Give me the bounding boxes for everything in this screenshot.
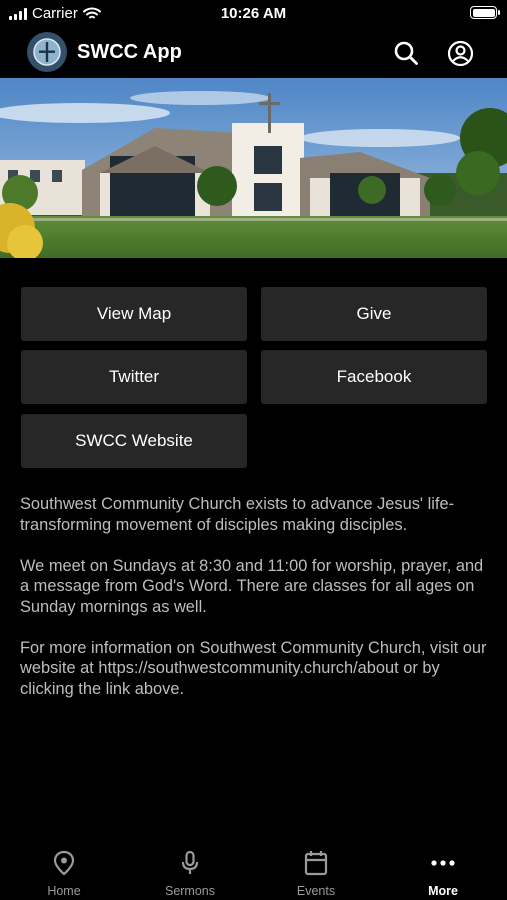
microphone-icon	[181, 850, 199, 874]
give-button[interactable]: Give	[261, 287, 487, 341]
view-map-button[interactable]: View Map	[21, 287, 247, 341]
description-paragraph: We meet on Sundays at 8:30 and 11:00 for…	[20, 556, 484, 616]
tab-more-label: More	[428, 884, 458, 898]
tab-events-label: Events	[296, 884, 336, 898]
calendar-icon	[304, 851, 328, 876]
tab-events[interactable]: Events	[266, 838, 366, 900]
tab-bar: Home Sermons Events More	[0, 838, 507, 900]
search-button[interactable]	[391, 38, 421, 68]
facebook-button[interactable]: Facebook	[261, 350, 487, 404]
profile-button[interactable]	[445, 38, 475, 68]
description-paragraph: For more information on Southwest Commun…	[20, 638, 487, 698]
app-header: SWCC App	[0, 28, 507, 78]
swcc-website-button[interactable]: SWCC Website	[21, 414, 247, 468]
church-photo	[0, 78, 507, 258]
app-logo	[27, 32, 67, 72]
status-bar: Carrier 10:26 AM	[0, 0, 507, 28]
location-pin-icon	[53, 850, 75, 876]
search-icon	[394, 41, 418, 65]
tab-home[interactable]: Home	[14, 838, 114, 900]
twitter-button[interactable]: Twitter	[21, 350, 247, 404]
tab-home-label: Home	[47, 884, 81, 898]
more-dots-icon	[431, 860, 455, 866]
tab-more[interactable]: More	[393, 838, 493, 900]
battery-icon	[470, 6, 500, 19]
profile-icon	[447, 40, 473, 66]
church-description: Southwest Community Church exists to adv…	[20, 494, 490, 720]
tab-sermons[interactable]: Sermons	[140, 838, 240, 900]
status-time: 10:26 AM	[220, 5, 287, 22]
app-title: SWCC App	[77, 41, 182, 63]
tab-sermons-label: Sermons	[164, 884, 216, 898]
description-paragraph: Southwest Community Church exists to adv…	[20, 495, 455, 534]
cross-circle-icon	[33, 38, 61, 66]
